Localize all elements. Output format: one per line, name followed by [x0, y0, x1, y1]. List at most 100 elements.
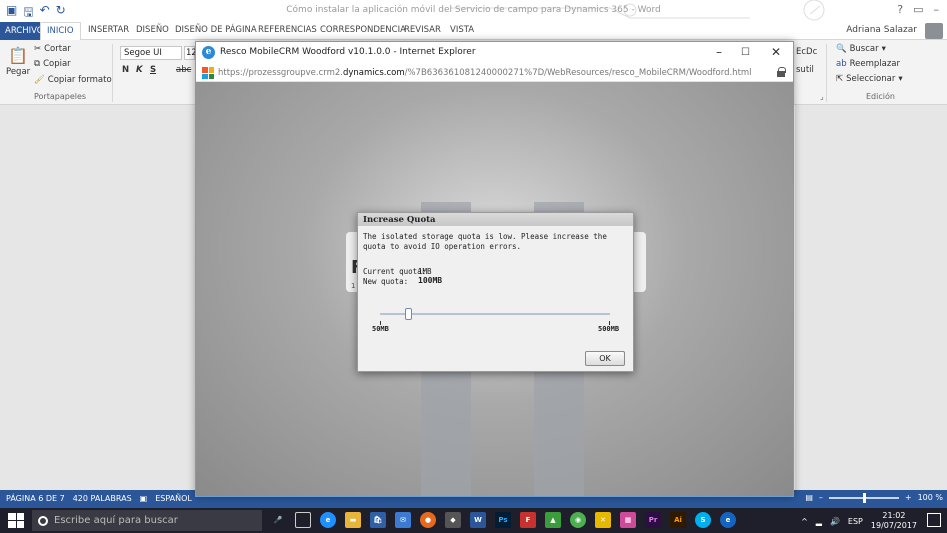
- clock[interactable]: 21:02 19/07/2017: [871, 511, 917, 531]
- brush-icon: 🖌: [34, 75, 45, 85]
- address-url[interactable]: https://prozessgroupve.crm2.dynamics.com…: [218, 68, 752, 78]
- select-button[interactable]: ⇱ Seleccionar ▾: [836, 74, 903, 84]
- minimize-icon[interactable]: –: [934, 3, 940, 16]
- zoom-in-icon[interactable]: +: [905, 493, 912, 502]
- task-view-icon[interactable]: [295, 512, 311, 528]
- mail-icon[interactable]: ✉: [395, 512, 411, 528]
- tab-diseno[interactable]: DISEÑO: [136, 25, 169, 35]
- edge-icon[interactable]: e: [320, 512, 336, 528]
- file-explorer-icon[interactable]: ▬: [345, 512, 361, 528]
- ok-button[interactable]: OK: [585, 351, 625, 366]
- firefox-icon[interactable]: ●: [420, 512, 436, 528]
- ie-window-title: Resco MobileCRM Woodford v10.1.0.0 - Int…: [220, 47, 476, 57]
- avatar[interactable]: [925, 23, 943, 39]
- zoom-slider[interactable]: [828, 492, 899, 503]
- system-tray: ^ ▂ 🔊 ESP 21:02 19/07/2017: [801, 511, 917, 531]
- style-partial-1[interactable]: EcDc: [796, 46, 818, 58]
- tab-revisar[interactable]: REVISAR: [404, 25, 441, 35]
- ribbon-display-icon[interactable]: ▭: [913, 3, 923, 16]
- action-center-icon[interactable]: [927, 513, 941, 527]
- lock-icon[interactable]: [777, 67, 786, 77]
- background-text: 1: [351, 282, 356, 290]
- photoshop-icon[interactable]: Ps: [495, 512, 511, 528]
- replace-label: Reemplazar: [849, 59, 901, 69]
- ie-address-bar[interactable]: https://prozessgroupve.crm2.dynamics.com…: [196, 64, 793, 82]
- style-partial-2[interactable]: sutil: [796, 65, 814, 75]
- replace-button[interactable]: ab Reemplazar: [836, 59, 900, 69]
- internet-explorer-icon[interactable]: e: [720, 512, 736, 528]
- strikethrough-button[interactable]: abc: [176, 65, 191, 75]
- zoom-out-icon[interactable]: –: [819, 493, 823, 502]
- word-count[interactable]: 420 PALABRAS: [73, 494, 132, 503]
- ribbon-separator: [826, 44, 827, 102]
- language-indicator[interactable]: ESPAÑOL: [155, 494, 192, 503]
- app-icon[interactable]: ◆: [445, 512, 461, 528]
- slider-track[interactable]: [380, 313, 610, 315]
- font-size-select[interactable]: 12: [184, 46, 197, 60]
- read-mode-icon[interactable]: ▤: [805, 493, 813, 502]
- tab-referencias[interactable]: REFERENCIAS: [258, 25, 317, 35]
- taskbar-apps: 🎤 e ▬ 🛍 ✉ ● ◆ W Ps F ▲ ◉ ✕ ▦ Pr Ai S e: [270, 512, 736, 528]
- font-name-select[interactable]: Segoe UI: [120, 46, 182, 60]
- slider-thumb[interactable]: [404, 308, 412, 320]
- app-icon-3[interactable]: ▦: [620, 512, 636, 528]
- scissors-icon: ✂: [34, 44, 42, 54]
- help-icon[interactable]: ?: [897, 3, 903, 16]
- copy-button[interactable]: ⧉ Copiar: [34, 59, 71, 69]
- find-button[interactable]: 🔍 Buscar ▾: [836, 44, 886, 54]
- illustrator-icon[interactable]: Ai: [670, 512, 686, 528]
- quota-slider[interactable]: [380, 308, 610, 320]
- proofing-icon[interactable]: ▣: [140, 494, 148, 503]
- image-viewer-icon[interactable]: ▲: [545, 512, 561, 528]
- chevron-down-icon: ▾: [898, 74, 903, 84]
- app-icon-2[interactable]: ✕: [595, 512, 611, 528]
- tray-chevron-icon[interactable]: ^: [801, 517, 808, 526]
- styles-launcher-icon[interactable]: ⌟: [820, 92, 824, 101]
- filezilla-icon[interactable]: F: [520, 512, 536, 528]
- volume-icon[interactable]: 🔊: [830, 517, 840, 526]
- italic-button[interactable]: K: [136, 65, 143, 75]
- slider-min-label: 50MB: [372, 325, 389, 333]
- windows-taskbar: Escribe aquí para buscar 🎤 e ▬ 🛍 ✉ ● ◆ W…: [0, 508, 947, 533]
- replace-icon: ab: [836, 59, 847, 69]
- user-name[interactable]: Adriana Salazar: [846, 25, 917, 35]
- new-quota-value: 100MB: [418, 276, 443, 285]
- tab-insertar[interactable]: INSERTAR: [88, 25, 129, 35]
- taskbar-search-placeholder: Escribe aquí para buscar: [54, 515, 178, 526]
- paste-button[interactable]: 📋 Pegar: [6, 46, 30, 77]
- ie-titlebar[interactable]: e Resco MobileCRM Woodford v10.1.0.0 - I…: [196, 42, 793, 64]
- clock-time: 21:02: [882, 511, 906, 520]
- chrome-icon[interactable]: ◉: [570, 512, 586, 528]
- site-favicon-icon: [202, 67, 214, 79]
- premiere-icon[interactable]: Pr: [645, 512, 661, 528]
- ie-minimize-button[interactable]: –: [716, 45, 722, 59]
- taskbar-search[interactable]: Escribe aquí para buscar: [32, 510, 262, 531]
- ie-close-button[interactable]: ✕: [771, 45, 781, 59]
- page-count[interactable]: PÁGINA 6 DE 7: [6, 494, 65, 503]
- document-title: Cómo instalar la aplicación móvil del Se…: [286, 5, 661, 15]
- windows-start-icon[interactable]: [8, 513, 24, 528]
- word-icon[interactable]: W: [470, 512, 486, 528]
- word-titlebar: ▣ 🖫 ↶ ↻ Cómo instalar la aplicación móvi…: [0, 0, 947, 22]
- network-icon[interactable]: ▂: [816, 517, 822, 526]
- url-domain: dynamics.com: [342, 68, 405, 78]
- tab-diseno-pagina[interactable]: DISEÑO DE PÁGINA: [175, 25, 257, 35]
- tab-correspondencia[interactable]: CORRESPONDENCIA: [320, 25, 406, 35]
- paste-label: Pegar: [6, 67, 31, 77]
- microphone-icon[interactable]: 🎤: [270, 512, 286, 528]
- ie-maximize-button[interactable]: ☐: [741, 47, 750, 58]
- input-language[interactable]: ESP: [848, 517, 863, 526]
- format-painter-button[interactable]: 🖌 Copiar formato: [34, 75, 112, 85]
- zoom-level[interactable]: 100 %: [918, 493, 943, 502]
- find-label: Buscar: [849, 44, 879, 54]
- cut-button[interactable]: ✂ Cortar: [34, 44, 71, 54]
- tab-inicio[interactable]: INICIO: [40, 22, 81, 41]
- group-label-editing: Edición: [866, 92, 895, 101]
- bold-button[interactable]: N: [122, 65, 129, 75]
- underline-button[interactable]: S: [150, 65, 156, 75]
- tab-vista[interactable]: VISTA: [450, 25, 474, 35]
- group-label-clipboard: Portapapeles: [34, 92, 87, 101]
- store-icon[interactable]: 🛍: [370, 512, 386, 528]
- skype-icon[interactable]: S: [695, 512, 711, 528]
- cut-label: Cortar: [44, 44, 71, 54]
